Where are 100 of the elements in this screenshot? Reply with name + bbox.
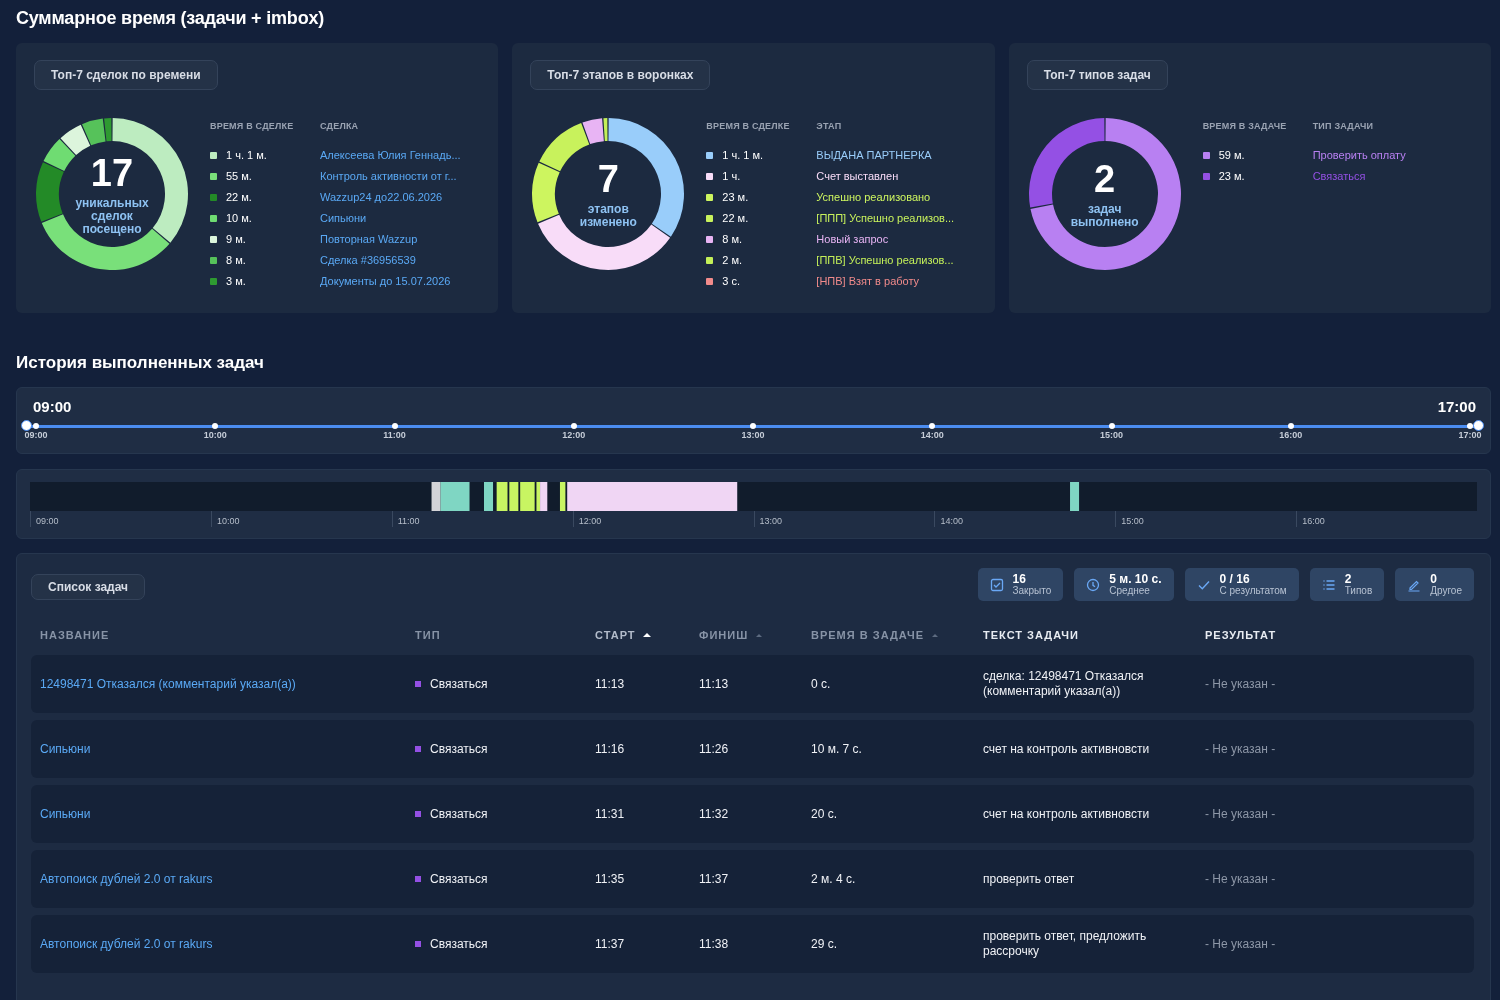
column-header: ТИП <box>415 629 441 641</box>
range-slider[interactable]: 09:00 10:00 11:00 12:00 13:00 14:00 15:00 16:00 17:00 <box>21 420 1485 444</box>
table-cell-text: 11:37 <box>699 871 730 887</box>
table-cell-text: 11:13 <box>595 676 626 692</box>
task-link[interactable]: Сипьюни <box>40 806 415 822</box>
table-cell-text: - Не указан - <box>1205 936 1277 952</box>
tick-dot <box>929 423 936 429</box>
section-title: Суммарное время (задачи + imbox) <box>16 7 326 30</box>
stat-button[interactable]: 0 / 16 С результатом <box>1184 568 1299 601</box>
tick-label: 09:00 <box>24 430 48 440</box>
table-cell-text: счет на контроль активновсти <box>983 806 1151 822</box>
table-cell-text: 11:35 <box>595 871 626 887</box>
legend-time: 1 ч. <box>722 169 741 183</box>
table-cell-text: проверить ответ <box>983 871 1076 887</box>
tick-dot <box>750 423 756 429</box>
column-header: ВРЕМЯ В СДЕЛКЕ <box>210 120 295 133</box>
stat-button[interactable]: 5 м. 10 с. Среднее <box>1074 568 1174 601</box>
legend-link[interactable]: Документы до 15.07.2026 <box>320 274 451 288</box>
legend-time: 9 м. <box>226 232 246 246</box>
table-cell-text: 11:32 <box>699 806 730 822</box>
table-cell-text: 2 м. 4 с. <box>811 871 857 887</box>
legend-link[interactable]: [ППВ] Успешно реализов... <box>816 253 954 267</box>
legend-time: 1 ч. 1 м. <box>226 148 267 162</box>
legend-link[interactable]: Повторная Wazzup <box>320 232 418 246</box>
table-cell-text: - Не указан - <box>1205 676 1277 692</box>
slider-handle[interactable] <box>21 420 32 431</box>
column-header: ВРЕМЯ В ЗАДАЧЕ <box>1202 120 1288 133</box>
legend-link[interactable]: [НПВ] Взят в работу <box>816 274 920 288</box>
legend-link[interactable]: Сипьюни <box>320 211 367 225</box>
legend-time: 59 м. <box>1218 148 1245 162</box>
tick-label: 13:00 <box>741 430 765 440</box>
column-header: ЭТАП <box>816 120 842 133</box>
table-cell-text: 11:13 <box>699 676 730 692</box>
range-start-label: 09:00 <box>33 398 72 415</box>
tick-dot <box>1108 423 1115 429</box>
legend-time: 55 м. <box>226 169 252 183</box>
legend-time: 3 с. <box>722 274 741 288</box>
tick-label: 09:00 <box>30 511 59 527</box>
legend-link[interactable]: Проверить оплату <box>1312 148 1406 162</box>
task-link[interactable]: 12498471 Отказался (комментарий указал(а)) <box>40 676 415 692</box>
table-cell: Связаться <box>430 806 488 822</box>
tick-label: 11:00 <box>383 430 406 440</box>
legend-link[interactable]: Счет выставлен <box>816 169 899 183</box>
stat-button[interactable]: 0 Другое <box>1395 568 1474 601</box>
table-cell-text: 0 с. <box>811 676 832 692</box>
section-title: История выполненных задач <box>16 352 265 374</box>
tick-label: 16:00 <box>1296 511 1325 527</box>
tick-label: 10:00 <box>203 430 227 440</box>
panel-title: Список задач <box>31 573 146 600</box>
tick-dot <box>1287 423 1294 429</box>
legend-time: 22 м. <box>226 190 252 204</box>
table-cell-text: 10 м. 7 с. <box>811 741 863 757</box>
column-header[interactable]: СТАРТ <box>595 629 636 641</box>
tick-label: 16:00 <box>1279 430 1303 440</box>
center-label: уникальных сделок посещено <box>74 196 150 236</box>
table-cell-text: проверить ответ, предложить рассрочку <box>983 929 1148 959</box>
legend-link[interactable]: Успешно реализовано <box>816 190 931 204</box>
task-link[interactable]: Автопоиск дублей 2.0 от rakurs <box>40 936 415 952</box>
column-header: ТИП ЗАДАЧИ <box>1312 120 1374 133</box>
tick-dot <box>33 423 39 429</box>
table-cell-text: 11:38 <box>699 936 730 952</box>
legend-link[interactable]: [ППП] Успешно реализов... <box>816 211 955 225</box>
column-header: РЕЗУЛЬТАТ <box>1205 629 1277 641</box>
legend-link[interactable]: Алексеева Юлия Геннадь... <box>320 148 461 162</box>
legend-link[interactable]: Новый запрос <box>816 232 889 246</box>
stat-button[interactable]: 16 Закрыто <box>977 568 1064 601</box>
column-header: СДЕЛКА <box>320 120 359 133</box>
clock-icon <box>1086 577 1101 592</box>
table-cell-text: сделка: 12498471 Отказался (комментарий указал(а)) <box>983 669 1145 699</box>
table-cell: Связаться <box>430 741 488 757</box>
tick-label: 15:00 <box>1100 430 1123 440</box>
legend-time: 2 м. <box>722 253 743 267</box>
tick-label: 12:00 <box>562 430 586 440</box>
legend-link[interactable]: Контроль активности от г... <box>320 169 457 183</box>
legend-time: 23 м. <box>1218 169 1245 183</box>
checkbox-icon <box>989 577 1004 592</box>
table-cell-text: 11:16 <box>595 741 626 757</box>
tick-dot <box>391 423 398 429</box>
card-title: Топ-7 этапов в воронках <box>530 60 711 90</box>
column-header[interactable]: ВРЕМЯ В ЗАДАЧЕ <box>811 629 924 641</box>
legend-link[interactable]: Wazzup24 до22.06.2026 <box>320 190 443 204</box>
task-link[interactable]: Автопоиск дублей 2.0 от rakurs <box>40 871 415 887</box>
tick-label: 13:00 <box>753 511 783 527</box>
legend-time: 22 м. <box>722 211 749 225</box>
tick-label: 10:00 <box>210 511 240 527</box>
column-header[interactable]: ФИНИШ <box>699 629 749 641</box>
table-cell-text: - Не указан - <box>1205 806 1277 822</box>
center-value: 17 <box>90 152 134 193</box>
center-value: 2 <box>1094 159 1116 199</box>
center-value: 7 <box>597 159 619 199</box>
task-link[interactable]: Сипьюни <box>40 741 415 757</box>
table-cell-text: 11:37 <box>595 936 626 952</box>
stat-button[interactable]: 2 Типов <box>1309 568 1385 601</box>
tick-label: 15:00 <box>1115 511 1144 527</box>
tick-dot <box>212 423 219 429</box>
slider-handle[interactable] <box>1473 420 1484 431</box>
legend-link[interactable]: Сделка #36956539 <box>320 253 416 267</box>
column-header: НАЗВАНИЕ <box>40 629 110 641</box>
legend-link[interactable]: ВЫДАНА ПАРТНЕРКА <box>816 148 932 162</box>
tick-dot <box>570 423 577 429</box>
